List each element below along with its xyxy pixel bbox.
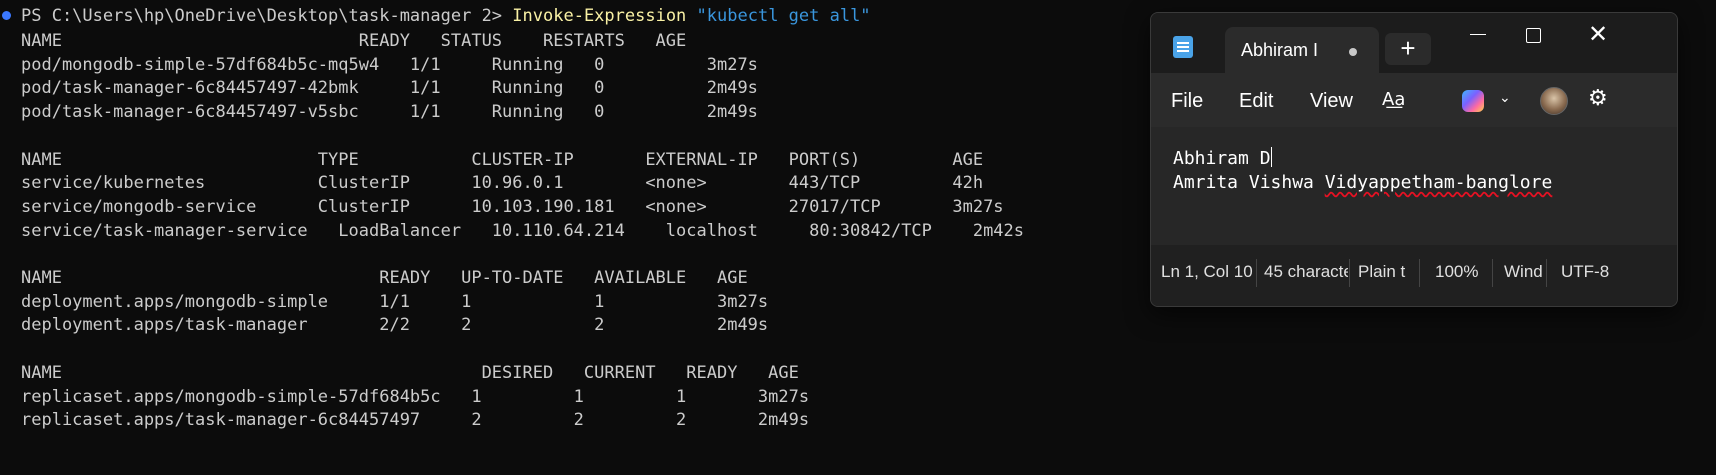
status-line-ending[interactable]: Wind (1504, 262, 1544, 282)
status-bar: Ln 1, Col 10 45 characte Plain t 100% Wi… (1151, 245, 1677, 306)
notepad-app-icon (1173, 36, 1193, 58)
editor-line-2: Amrita Vishwa Vidyappetham-banglore (1173, 171, 1552, 195)
terminal-output-line: deployment.apps/mongodb-simple 1/1 1 1 3… (21, 291, 769, 312)
status-cursor-position[interactable]: Ln 1, Col 10 (1161, 262, 1253, 282)
new-tab-button[interactable]: + (1385, 33, 1431, 65)
status-divider (1349, 259, 1350, 287)
minimize-button[interactable] (1451, 17, 1505, 53)
command-name: Invoke-Expression (512, 6, 687, 26)
status-divider (1256, 259, 1257, 287)
text-editor[interactable]: Abhiram D Amrita Vishwa Vidyappetham-ban… (1151, 127, 1677, 245)
terminal-output-line: NAME READY UP-TO-DATE AVAILABLE AGE (21, 268, 748, 288)
status-zoom[interactable]: 100% (1435, 262, 1485, 282)
close-icon: ✕ (1587, 21, 1609, 48)
terminal-output-line: pod/task-manager-6c84457497-v5sbc 1/1 Ru… (21, 102, 758, 123)
terminal-output-line: replicaset.apps/mongodb-simple-57df684b5… (21, 386, 810, 407)
menu-view[interactable]: View (1310, 90, 1353, 113)
maximize-button[interactable] (1507, 17, 1561, 53)
font-settings-icon[interactable]: A͟a (1382, 89, 1405, 110)
terminal-output-line: service/task-manager-service LoadBalance… (21, 220, 1025, 241)
tab-document[interactable]: Abhiram I (1225, 27, 1379, 73)
menu-file[interactable]: File (1171, 90, 1203, 113)
menu-bar: File Edit View A͟a ⌄ ⚙ (1151, 73, 1677, 127)
minimize-icon (1470, 34, 1486, 35)
prompt-path: PS C:\Users\hp\OneDrive\Desktop\task-man… (21, 6, 503, 26)
status-encoding[interactable]: UTF-8 (1561, 262, 1621, 282)
terminal-output-line: NAME TYPE CLUSTER-IP EXTERNAL-IP PORT(S)… (21, 149, 984, 170)
prompt-indicator-icon (2, 11, 11, 20)
terminal-output-line: pod/mongodb-simple-57df684b5c-mq5w4 1/1 … (21, 54, 758, 75)
title-bar[interactable]: Abhiram I + ✕ (1151, 13, 1677, 73)
notepad-window[interactable]: Abhiram I + ✕ File Edit View A͟a ⌄ ⚙ Abh… (1150, 12, 1678, 307)
terminal-output-line: NAME DESIRED CURRENT READY AGE (21, 362, 799, 383)
status-divider (1419, 259, 1420, 287)
editor-text-line-1: Abhiram D (1173, 148, 1271, 169)
copilot-icon[interactable] (1462, 90, 1484, 112)
editor-line-1: Abhiram D (1173, 147, 1272, 171)
chevron-down-icon[interactable]: ⌄ (1499, 89, 1511, 106)
status-divider (1546, 259, 1547, 287)
terminal-output-line: service/mongodb-service ClusterIP 10.103… (21, 196, 1004, 217)
status-format[interactable]: Plain t (1358, 262, 1413, 282)
close-button[interactable]: ✕ (1571, 17, 1625, 53)
avatar[interactable] (1540, 87, 1568, 115)
misspelled-word[interactable]: Vidyappetham-banglore (1325, 172, 1553, 193)
tab-title: Abhiram I (1241, 40, 1319, 60)
unsaved-dot-icon (1349, 48, 1357, 56)
terminal-output-line: service/kubernetes ClusterIP 10.96.0.1 <… (21, 173, 984, 194)
command-argument: "kubectl get all" (696, 6, 871, 26)
terminal-output-line: deployment.apps/task-manager 2/2 2 2 2m4… (21, 315, 769, 336)
status-character-count[interactable]: 45 characte (1264, 262, 1348, 282)
status-divider (1492, 259, 1493, 287)
terminal-output-line: pod/task-manager-6c84457497-42bmk 1/1 Ru… (21, 78, 758, 99)
maximize-icon (1526, 28, 1541, 43)
menu-edit[interactable]: Edit (1239, 90, 1273, 113)
text-caret (1270, 147, 1272, 167)
terminal-output-line: NAME READY STATUS RESTARTS AGE (21, 31, 687, 51)
terminal-output-line: replicaset.apps/task-manager-6c84457497 … (21, 410, 810, 431)
editor-text-line-2-prefix: Amrita Vishwa (1173, 172, 1325, 193)
gear-icon[interactable]: ⚙ (1588, 86, 1608, 111)
command-line: PS C:\Users\hp\OneDrive\Desktop\task-man… (21, 3, 871, 29)
